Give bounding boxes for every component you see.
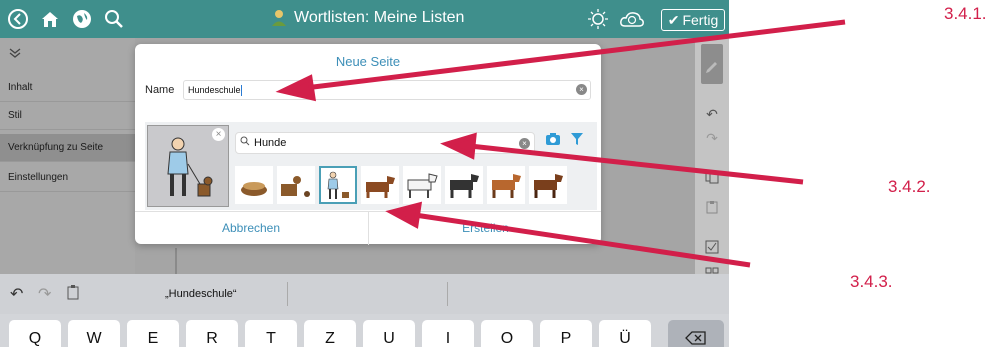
globe-icon[interactable]	[68, 5, 96, 33]
symbol-white-dog[interactable]	[403, 166, 441, 204]
top-toolbar: Wortlisten: Meine Listen ✔ Fertig	[0, 0, 729, 38]
done-button[interactable]: ✔ Fertig	[661, 9, 725, 31]
key-r[interactable]: R	[186, 320, 238, 347]
symbol-person-with-dog[interactable]	[319, 166, 357, 204]
keyboard-suggestion-bar: ↶ ↷ „Hundeschule“	[0, 274, 729, 314]
key-ue[interactable]: Ü	[599, 320, 651, 347]
remove-symbol-icon[interactable]: ×	[212, 128, 225, 141]
name-input[interactable]: Hundeschule	[183, 80, 591, 100]
key-z[interactable]: Z	[304, 320, 356, 347]
undo-icon[interactable]: ↶	[695, 106, 729, 123]
text-cursor	[240, 85, 242, 97]
key-t[interactable]: T	[245, 320, 297, 347]
sidebar-item-stil[interactable]: Stil	[0, 102, 135, 130]
cloud-sync-icon[interactable]	[618, 5, 646, 33]
annotation-label-3: 3.4.3.	[850, 272, 893, 291]
keyboard: Q W E R T Z U I O P Ü	[0, 314, 729, 347]
lightbulb-icon[interactable]	[584, 5, 612, 33]
search-icon[interactable]	[100, 5, 128, 33]
key-u[interactable]: U	[363, 320, 415, 347]
divider	[287, 282, 288, 306]
clear-name-icon[interactable]: ×	[576, 84, 587, 95]
dialog-title: Neue Seite	[335, 54, 401, 69]
search-value: Hunde	[254, 137, 287, 149]
keyboard-redo-icon[interactable]: ↷	[38, 284, 51, 304]
chevron-down-icon[interactable]	[8, 46, 22, 62]
divider	[175, 248, 177, 274]
title-text: Wortlisten: Meine Listen	[294, 9, 465, 26]
key-o[interactable]: O	[481, 320, 533, 347]
dialog-footer: Abbrechen Erstellen	[135, 211, 601, 245]
key-q[interactable]: Q	[9, 320, 61, 347]
home-icon[interactable]	[36, 5, 64, 33]
symbol-search-input[interactable]: Hunde ×	[235, 132, 535, 154]
paste-icon[interactable]	[695, 200, 729, 217]
create-button[interactable]: Erstellen	[368, 212, 602, 245]
page-title: Wortlisten: Meine Listen	[270, 9, 464, 27]
new-page-dialog: Neue Seite Name Hundeschule × × Hunde × …	[135, 44, 601, 245]
symbol-dark-brown-dog[interactable]	[529, 166, 567, 204]
sidebar-item-label: Einstellungen	[8, 172, 69, 183]
sidebar: Inhalt Stil Verknüpfung zu Seite Einstel…	[0, 38, 135, 274]
keyboard-paste-icon[interactable]	[66, 284, 80, 305]
filter-icon[interactable]	[567, 132, 587, 154]
symbol-brown-dog[interactable]	[361, 166, 399, 204]
user-icon	[272, 10, 286, 26]
search-icon	[240, 136, 250, 149]
back-icon[interactable]	[4, 5, 32, 33]
symbol-preview: ×	[147, 125, 229, 207]
symbol-dog-poop[interactable]	[277, 166, 315, 204]
backspace-icon	[685, 331, 706, 345]
divider	[447, 282, 448, 306]
redo-icon[interactable]: ↷	[695, 130, 729, 147]
key-e[interactable]: E	[127, 320, 179, 347]
backspace-key[interactable]	[668, 320, 724, 347]
checklist-icon[interactable]	[695, 240, 729, 257]
sidebar-item-label: Verknüpfung zu Seite	[8, 142, 104, 153]
edit-pencil-icon[interactable]	[701, 44, 723, 84]
sidebar-item-label: Inhalt	[8, 82, 33, 93]
copy-icon[interactable]	[695, 170, 729, 187]
annotation-label-2: 3.4.2.	[888, 177, 931, 196]
sidebar-item-label: Stil	[8, 110, 22, 121]
key-i[interactable]: I	[422, 320, 474, 347]
sidebar-item-einstellungen[interactable]: Einstellungen	[0, 164, 135, 192]
keyboard-suggestion[interactable]: „Hundeschule“	[165, 288, 237, 300]
camera-icon[interactable]	[543, 132, 563, 154]
done-label: Fertig	[682, 12, 719, 28]
right-toolbar: ↶ ↷	[695, 38, 729, 274]
keyboard-undo-icon[interactable]: ↶	[10, 284, 23, 304]
sidebar-item-inhalt[interactable]: Inhalt	[0, 74, 135, 102]
clear-search-icon[interactable]: ×	[519, 138, 530, 149]
name-label: Name	[145, 84, 175, 96]
key-p[interactable]: P	[540, 320, 592, 347]
symbol-dog-food-bowl[interactable]	[235, 166, 273, 204]
key-w[interactable]: W	[68, 320, 120, 347]
annotation-label-1: 3.4.1.	[944, 4, 987, 23]
check-icon: ✔	[667, 11, 680, 28]
cancel-button[interactable]: Abbrechen	[135, 212, 367, 245]
symbol-tan-dog[interactable]	[487, 166, 525, 204]
ipad-screen: Wortlisten: Meine Listen ✔ Fertig Inhalt…	[0, 0, 729, 347]
symbol-black-dog[interactable]	[445, 166, 483, 204]
name-value: Hundeschule	[188, 85, 241, 95]
sidebar-item-verknuepfung[interactable]: Verknüpfung zu Seite	[0, 134, 135, 162]
symbol-picker: × Hunde ×	[145, 122, 597, 210]
